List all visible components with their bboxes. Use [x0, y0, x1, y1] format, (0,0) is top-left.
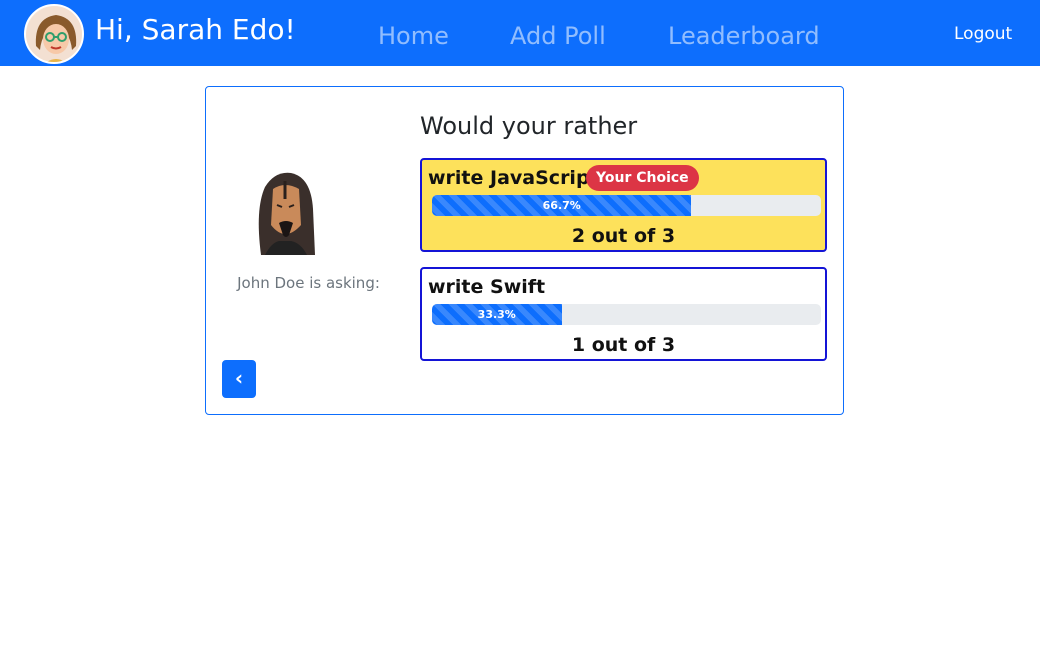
- progress-bar: 33.3%: [432, 304, 821, 325]
- user-avatar: [24, 4, 84, 64]
- author-caption: John Doe is asking:: [237, 274, 380, 292]
- nav-leaderboard-link[interactable]: Leaderboard: [668, 20, 820, 52]
- user-avatar-image: [26, 6, 82, 62]
- chevron-left-icon: ‹: [234, 366, 244, 390]
- option-text: write JavaScript: [428, 167, 599, 189]
- author-avatar-image: [258, 172, 315, 255]
- progress-fill: 66.7%: [432, 195, 692, 216]
- nav-add-poll-link[interactable]: Add Poll: [510, 20, 606, 52]
- greeting-text: Hi, Sarah Edo!: [95, 13, 296, 46]
- vote-count: 2 out of 3: [571, 225, 676, 247]
- nav-home-link[interactable]: Home: [378, 20, 449, 52]
- progress-bar: 66.7%: [432, 195, 821, 216]
- poll-card: John Doe is asking: Would your rather wr…: [205, 86, 844, 415]
- back-button[interactable]: ‹: [222, 360, 256, 398]
- your-choice-badge: Your Choice: [586, 165, 699, 191]
- author-avatar: [251, 169, 319, 257]
- top-navbar: Hi, Sarah Edo! Home Add Poll Leaderboard…: [0, 0, 1040, 66]
- vote-count: 1 out of 3: [571, 334, 676, 356]
- option-text: write Swift: [428, 276, 546, 298]
- logout-link[interactable]: Logout: [954, 22, 1012, 46]
- option-card-1: write JavaScript Your Choice 66.7% 2 out…: [420, 158, 827, 252]
- option-card-2: write Swift 33.3% 1 out of 3: [420, 267, 827, 361]
- question-title: Would your rather: [420, 112, 638, 140]
- progress-fill: 33.3%: [432, 304, 562, 325]
